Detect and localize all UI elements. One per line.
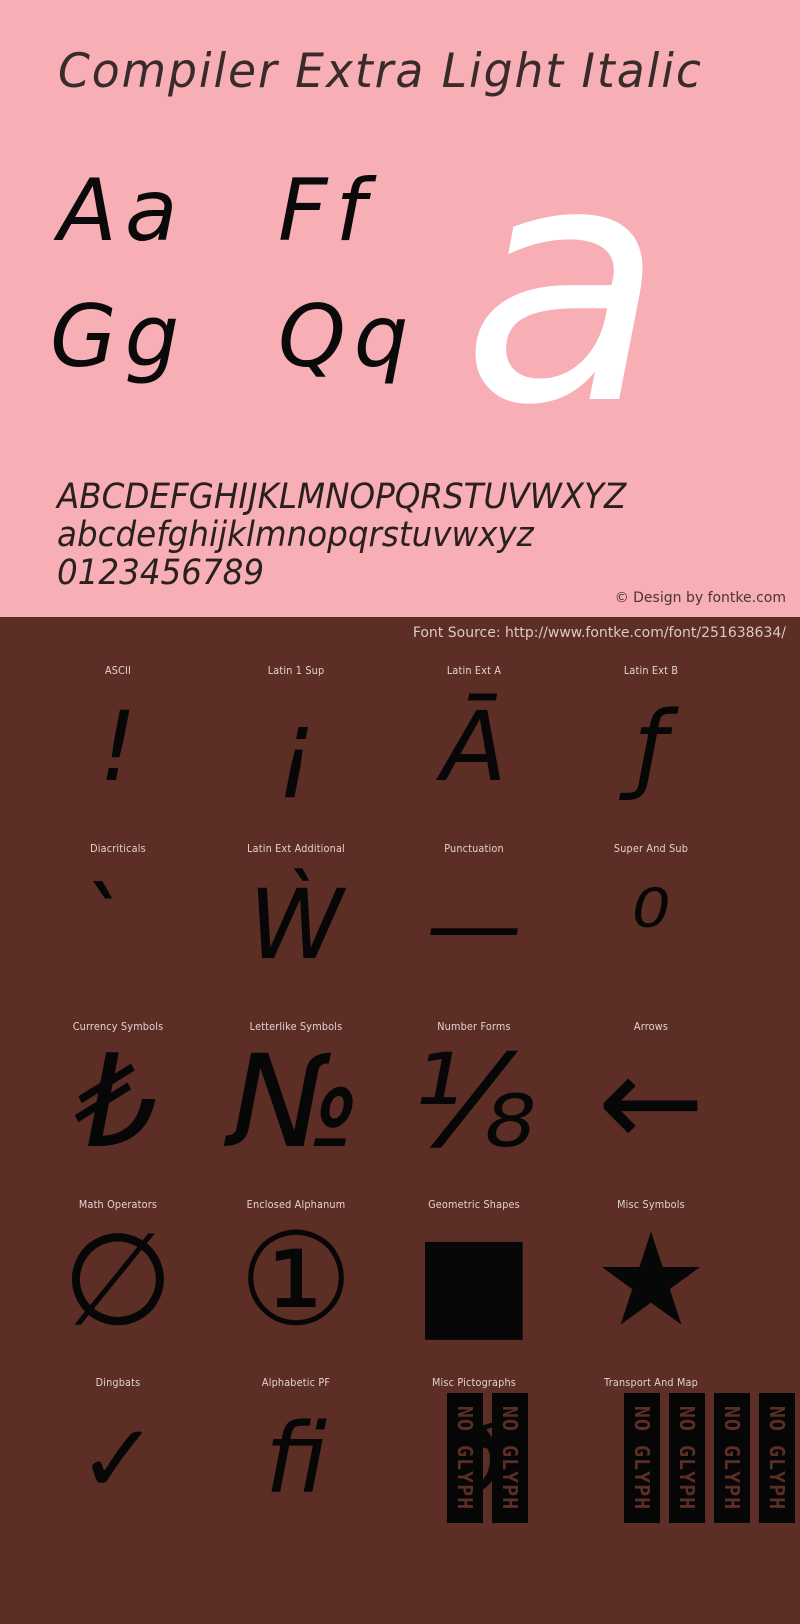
no-glyph-label: NO GLYPH <box>498 1405 522 1511</box>
unicode-block-label: Dingbats <box>95 1376 141 1389</box>
unicode-block-cell[interactable]: Letterlike Symbols № <box>207 1001 385 1179</box>
unicode-block-label: Latin Ext Additional <box>247 842 345 855</box>
unicode-block-sample-glyph: ★ <box>593 1206 709 1355</box>
unicode-block-sample-glyph: ¡ <box>276 691 316 803</box>
unicode-block-cell[interactable]: Math Operators ∅ <box>29 1179 207 1357</box>
no-glyph-box: NO GLYPH <box>669 1393 705 1523</box>
no-glyph-box: NO GLYPH <box>447 1393 483 1523</box>
letter-pair: Ff <box>278 161 374 261</box>
unicode-block-sample-glyph: № <box>229 1028 363 1177</box>
unicode-block-label: ASCII <box>104 664 132 677</box>
unicode-block-cell[interactable]: Misc PictographsðNO GLYPHNO GLYPH <box>385 1357 563 1535</box>
unicode-block-cell[interactable]: Misc Symbols ★ <box>562 1179 740 1357</box>
unicode-block-cell[interactable]: Latin Ext B ƒ <box>562 645 740 823</box>
no-glyph-group: NO GLYPH NO GLYPH <box>447 1393 528 1523</box>
unicode-block-sample-glyph: ⅛ <box>411 1028 537 1177</box>
unicode-block-row: Dingbats✓Alphabetic PFﬁMisc Pictographsð… <box>0 1357 800 1535</box>
no-glyph-group: NO GLYPH NO GLYPH NO GLYPH NO GLYPH <box>624 1393 795 1523</box>
unicode-block-label: Alphabetic PF <box>261 1376 331 1389</box>
no-glyph-label: NO GLYPH <box>630 1405 654 1511</box>
copyright-credit: © Design by fontke.com <box>614 590 786 606</box>
unicode-block-sample-glyph: ₺ <box>77 1028 159 1177</box>
unicode-block-sample-glyph: ← <box>597 1028 705 1177</box>
no-glyph-box: NO GLYPH <box>759 1393 795 1523</box>
unicode-block-cell[interactable]: Arrows ← <box>562 1001 740 1179</box>
unicode-block-label: Latin 1 Sup <box>267 664 325 677</box>
unicode-block-row: Math Operators ∅ Enclosed Alphanum ① Geometr… <box>0 1179 800 1357</box>
unicode-block-label: Diacriticals <box>90 842 146 855</box>
unicode-block-sample-glyph: ✓ <box>77 1403 159 1515</box>
no-glyph-label: NO GLYPH <box>720 1405 744 1511</box>
unicode-block-sample-glyph: ① <box>238 1206 354 1355</box>
unicode-block-label: Super And Sub <box>613 842 689 855</box>
unicode-block-sample-glyph: — <box>426 869 522 981</box>
unicode-block-row: Diacriticals̀ Latin Ext Additional Ẁ Punctu… <box>0 823 800 1001</box>
alphabet-block: ABCDEFGHIJKLMNOPQRSTUVWXYZ abcdefghijklm… <box>57 478 626 592</box>
no-glyph-box: NO GLYPH <box>492 1393 528 1523</box>
letter-pair: Gg <box>50 287 188 387</box>
unicode-block-cell[interactable]: Geometric Shapes ■ <box>385 1179 563 1357</box>
unicode-block-label: Misc Pictographs <box>431 1376 517 1389</box>
font-specimen-page: Compiler Extra Light Italic Aa Ff Gg Qq … <box>0 0 800 1624</box>
unicode-block-cell[interactable]: Latin Ext A Ā <box>385 645 563 823</box>
unicode-block-cell[interactable]: Currency Symbols ₺ <box>29 1001 207 1179</box>
unicode-blocks-panel: Font Source: http://www.fontke.com/font/… <box>0 617 800 1624</box>
unicode-block-sample-glyph: ⁰ <box>631 869 671 981</box>
unicode-block-cell[interactable]: Super And Sub ⁰ <box>562 823 740 1001</box>
letter-pair-group: Aa Ff Gg Qq <box>50 168 470 418</box>
no-glyph-box: NO GLYPH <box>714 1393 750 1523</box>
unicode-block-label: Transport And Map <box>604 1376 698 1389</box>
font-source-link[interactable]: Font Source: http://www.fontke.com/font/… <box>413 625 786 641</box>
unicode-block-label: Latin Ext A <box>446 664 502 677</box>
unicode-block-cell[interactable]: Alphabetic PF ﬁ <box>207 1357 385 1535</box>
no-glyph-label: NO GLYPH <box>453 1405 477 1511</box>
unicode-block-row: Currency Symbols ₺ Letterlike Symbols № Numb… <box>0 1001 800 1179</box>
letter-pair: Qq <box>278 287 417 387</box>
unicode-block-row: ASCII! Latin 1 Sup ¡ Latin Ext A Ā Latin Ext … <box>0 645 800 823</box>
unicode-block-label: Latin Ext B <box>623 664 679 677</box>
alphabet-lowercase: abcdefghijklmnopqrstuvwxyz <box>57 515 534 555</box>
unicode-block-sample-glyph: ƒ <box>634 691 668 803</box>
unicode-block-sample-glyph: ﬁ <box>264 1403 327 1515</box>
unicode-block-cell[interactable]: Enclosed Alphanum ① <box>207 1179 385 1357</box>
alphabet-uppercase: ABCDEFGHIJKLMNOPQRSTUVWXYZ <box>57 477 627 517</box>
page-title: Compiler Extra Light Italic <box>58 44 703 99</box>
unicode-block-label: Punctuation <box>444 842 504 855</box>
unicode-block-cell[interactable]: Diacriticals̀ <box>29 823 207 1001</box>
hero-panel: Compiler Extra Light Italic Aa Ff Gg Qq … <box>0 0 800 617</box>
unicode-block-cell[interactable]: Punctuation — <box>385 823 563 1001</box>
unicode-block-cell[interactable]: Number Forms ⅛ <box>385 1001 563 1179</box>
unicode-block-cell[interactable]: Latin 1 Sup ¡ <box>207 645 385 823</box>
no-glyph-label: NO GLYPH <box>765 1405 789 1511</box>
no-glyph-label: NO GLYPH <box>675 1405 699 1511</box>
feature-glyph: a <box>462 93 665 477</box>
unicode-block-cell[interactable]: ASCII! <box>29 645 207 823</box>
unicode-block-sample-glyph: ∅ <box>62 1206 174 1355</box>
unicode-block-cell[interactable]: Latin Ext Additional Ẁ <box>207 823 385 1001</box>
unicode-block-grid: ASCII! Latin 1 Sup ¡ Latin Ext A Ā Latin Ext … <box>0 645 800 1535</box>
letter-pair: Aa <box>58 161 186 261</box>
unicode-block-sample-glyph: Ẁ <box>248 869 344 981</box>
unicode-block-sample-glyph: ■ <box>413 1206 535 1355</box>
unicode-block-cell[interactable]: Transport And Map NO GLYPH NO GLYPH NO GLYP… <box>562 1357 795 1535</box>
unicode-block-cell[interactable]: Dingbats ✓ <box>29 1357 207 1535</box>
alphabet-digits: 0123456789 <box>57 553 265 593</box>
unicode-block-sample-glyph: ̀ <box>29 855 207 995</box>
unicode-block-sample-glyph: Ā <box>441 691 507 803</box>
no-glyph-box: NO GLYPH <box>624 1393 660 1523</box>
unicode-block-sample-glyph: ! <box>98 691 138 803</box>
